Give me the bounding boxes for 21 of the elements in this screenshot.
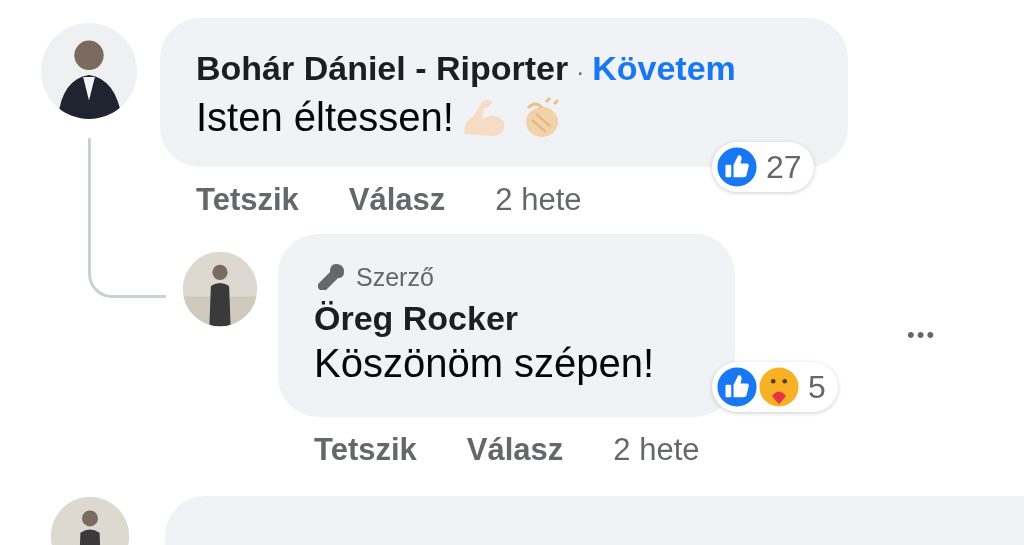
- reaction-count: 27: [766, 147, 802, 187]
- timestamp-link[interactable]: 2 hete: [613, 430, 700, 468]
- author-label: Szerző: [356, 262, 434, 292]
- author-name[interactable]: Bohár Dániel - Riporter: [196, 48, 569, 89]
- like-link[interactable]: Tetszik: [196, 180, 299, 218]
- care-reaction-icon: [756, 364, 802, 410]
- more-options-button[interactable]: •••: [907, 322, 937, 349]
- like-reaction-icon: [714, 144, 760, 190]
- timestamp-link[interactable]: 2 hete: [495, 180, 582, 218]
- reaction-count-badge[interactable]: 5: [712, 362, 838, 412]
- reply-link[interactable]: Válasz: [466, 430, 564, 468]
- comment-text: Isten éltessen!: [196, 93, 454, 141]
- reaction-count: 5: [808, 367, 826, 407]
- author-name[interactable]: Öreg Rocker: [314, 298, 699, 339]
- separator-dot: ·: [576, 58, 585, 87]
- reply-link[interactable]: Válasz: [348, 180, 446, 218]
- follow-link[interactable]: Követem: [592, 48, 736, 89]
- like-link[interactable]: Tetszik: [314, 430, 417, 468]
- reaction-count-badge[interactable]: 27: [712, 142, 814, 192]
- comment-text: Köszönöm szépen!: [314, 339, 656, 387]
- like-reaction-icon: [714, 364, 760, 410]
